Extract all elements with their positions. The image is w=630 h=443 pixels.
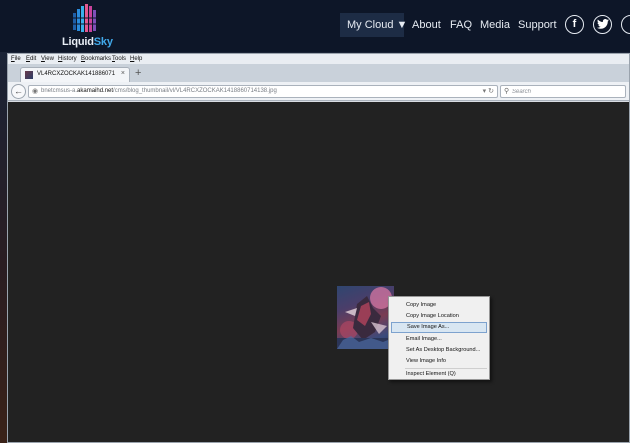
logo-text-liquid: Liquid	[62, 36, 94, 48]
globe-icon: ◉	[32, 88, 39, 95]
page-content	[8, 102, 629, 442]
nav-faq[interactable]: FAQ	[450, 13, 472, 37]
menu-history[interactable]: History	[58, 54, 77, 64]
search-icon: ⚲	[504, 88, 510, 95]
menu-tools[interactable]: Tools	[112, 54, 126, 64]
context-menu: Copy Image Copy Image Location Save Imag…	[388, 296, 490, 380]
menu-bookmarks[interactable]: Bookmarks	[81, 54, 111, 64]
site-header: LiquidSky My Cloud ▼ About FAQ Media Sup…	[0, 0, 630, 52]
nav-media[interactable]: Media	[480, 13, 510, 37]
url-domain: akamaihd.net	[77, 88, 114, 94]
navigation-toolbar: ← ◉ bnetcmsus-a.akamaihd.net/cms/blog_th…	[8, 82, 629, 101]
menu-help[interactable]: Help	[130, 54, 142, 64]
artwork-illustration	[337, 287, 394, 349]
new-tab-button[interactable]: +	[135, 66, 141, 80]
tab-favicon-icon	[25, 71, 33, 79]
url-bar[interactable]: ◉ bnetcmsus-a.akamaihd.net/cms/blog_thum…	[28, 85, 498, 98]
tab-image[interactable]: VL4RCXZOCKAK141886071413... ×	[20, 67, 130, 82]
search-input[interactable]	[512, 87, 622, 96]
logo-wordmark[interactable]: LiquidSky	[62, 36, 113, 48]
menu-item-copy-image-location[interactable]: Copy Image Location	[391, 311, 487, 322]
reload-icon[interactable]: ▾ ↻	[483, 86, 494, 97]
tab-title: VL4RCXZOCKAK141886071413...	[37, 71, 115, 77]
tab-close-icon[interactable]: ×	[121, 69, 125, 79]
nav-my-cloud[interactable]: My Cloud ▼	[340, 13, 407, 37]
menu-bar: File Edit View History Bookmarks Tools H…	[8, 54, 629, 64]
tab-strip: VL4RCXZOCKAK141886071413... × +	[8, 64, 629, 82]
search-bar[interactable]: ⚲	[500, 85, 626, 98]
menu-item-copy-image[interactable]: Copy Image	[391, 300, 487, 311]
twitter-icon[interactable]	[593, 15, 612, 34]
menu-edit[interactable]: Edit	[26, 54, 36, 64]
nav-about[interactable]: About	[412, 13, 441, 37]
menu-item-inspect-element[interactable]: Inspect Element (Q)	[391, 369, 487, 380]
menu-item-view-image-info[interactable]: View Image Info	[391, 356, 487, 367]
social-icon-partial[interactable]	[621, 15, 630, 34]
facebook-icon[interactable]: f	[565, 15, 584, 34]
menu-item-set-desktop-background[interactable]: Set As Desktop Background...	[391, 345, 487, 356]
menu-item-email-image[interactable]: Email Image...	[391, 334, 487, 345]
menu-item-save-image-as[interactable]: Save Image As...	[391, 322, 487, 333]
menu-file[interactable]: File	[11, 54, 21, 64]
back-arrow-icon[interactable]: ←	[11, 84, 26, 99]
displayed-image[interactable]	[337, 286, 394, 349]
url-path: /cms/blog_thumbnail/vl/VL4RCXZOCKAK14188…	[113, 88, 277, 94]
logo-text-sky: Sky	[93, 36, 113, 48]
browser-window: File Edit View History Bookmarks Tools H…	[7, 53, 630, 443]
liquidsky-logo-icon[interactable]	[72, 3, 98, 34]
menu-view[interactable]: View	[41, 54, 54, 64]
url-text[interactable]: bnetcmsus-a.akamaihd.net/cms/blog_thumbn…	[41, 86, 277, 97]
nav-support[interactable]: Support	[518, 13, 557, 37]
url-prefix: bnetcmsus-a.	[41, 88, 78, 94]
